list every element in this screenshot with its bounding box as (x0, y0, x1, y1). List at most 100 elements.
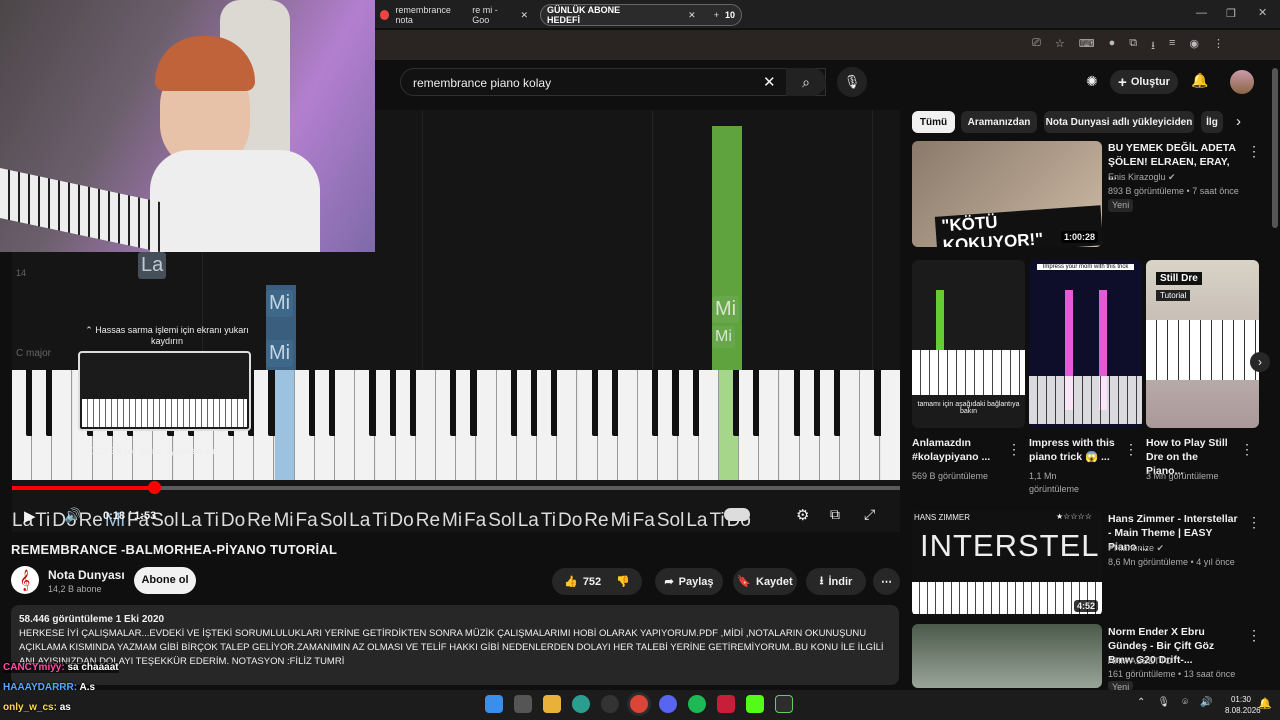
piano-keys-image (1146, 320, 1259, 380)
share-button[interactable]: ➦ Paylaş (655, 568, 723, 595)
translate-icon[interactable]: ⌨ (1079, 37, 1095, 56)
more-options-icon[interactable]: ⋮ (1124, 441, 1138, 458)
file-explorer-icon[interactable] (543, 695, 561, 713)
chevron-up-icon[interactable]: ⌃ (1137, 697, 1145, 708)
chrome-icon[interactable] (630, 695, 648, 713)
settings-gear-icon[interactable]: ⚙ (796, 506, 809, 524)
video-thumbnail[interactable]: HANS ZIMMER ★☆☆☆☆ INTERSTELLAR 4:52 (912, 510, 1102, 616)
more-options-icon[interactable]: ⋮ (1247, 143, 1261, 160)
close-icon[interactable]: ✕ (520, 10, 528, 21)
chevron-up-icon: ⌃ (85, 325, 93, 335)
video-thumbnail[interactable]: "KÖTÜ KOKUYOR!" 1:00:28 (912, 141, 1102, 247)
account-avatar[interactable] (1230, 70, 1254, 94)
notification-icon[interactable]: 🔔 (1258, 697, 1272, 710)
chip-all[interactable]: Tümü (912, 111, 955, 133)
chevron-right-icon[interactable]: › (1236, 113, 1241, 130)
autoplay-toggle[interactable] (724, 508, 750, 521)
more-options-icon[interactable]: ⋮ (1240, 441, 1254, 458)
chat-user: only_w_cs: (3, 702, 57, 713)
media-icon[interactable]: ≡ (1169, 37, 1175, 56)
description-box[interactable]: 58.446 görüntüleme 1 Eki 2020 HERKESE İY… (11, 605, 899, 685)
video-thumbnail[interactable] (912, 624, 1102, 688)
app-icon[interactable] (717, 695, 735, 713)
profile-icon[interactable]: ◉ (1189, 37, 1199, 56)
volume-icon[interactable]: 🔊 (64, 507, 81, 524)
cast-icon[interactable]: ⎚ (1032, 37, 1041, 56)
mic-icon: 🎙 (843, 74, 861, 89)
piano-keys-image (1029, 376, 1142, 424)
windows-start-icon[interactable] (485, 695, 503, 713)
spotify-icon[interactable] (688, 695, 706, 713)
notifications-bell-icon[interactable]: 🔔 (1191, 72, 1208, 89)
obs-icon[interactable] (601, 695, 619, 713)
close-window-icon[interactable]: ✕ (1258, 6, 1267, 19)
browser-tab-2[interactable]: GÜNLÜK ABONE HEDEFİ ✕ + 10 (540, 4, 742, 26)
channel-name[interactable]: Nota Dunyası (48, 568, 125, 582)
grid-line (652, 110, 653, 370)
fullscreen-icon[interactable]: ⤢ (864, 506, 875, 523)
extension-icon[interactable]: ● (1109, 37, 1116, 56)
clear-search-icon[interactable]: ✕ (763, 73, 776, 91)
chip-from-uploader[interactable]: Nota Dunyasi adlı yükleyiciden (1044, 111, 1194, 133)
browser-tab-1[interactable]: remembrance nota re mi - Goo ✕ (374, 4, 534, 26)
short-meta: 3 Mn görüntüleme (1146, 471, 1219, 481)
like-dislike-button[interactable]: 👍 752 👎 (552, 568, 642, 595)
restore-icon[interactable]: ❐ (1226, 7, 1236, 20)
play-icon[interactable]: ▶ (24, 507, 36, 525)
edge-icon[interactable] (572, 695, 590, 713)
like-count: 752 (582, 575, 602, 588)
subscribe-button[interactable]: Abone ol (134, 567, 196, 594)
thumbs-up-icon[interactable]: 👍 (564, 575, 578, 588)
description-text: HERKESE İYİ ÇALIŞMALAR...EVDEKİ VE İŞTEK… (19, 628, 884, 667)
short-title[interactable]: Anlamazdın #kolaypiyano ... (912, 436, 1002, 464)
kick-icon[interactable] (746, 695, 764, 713)
channel-name[interactable]: PHianonize ✔ (1108, 542, 1164, 555)
new-tab-icon[interactable]: + (714, 10, 719, 20)
search-button[interactable]: ⌕ (786, 68, 826, 96)
mic-icon[interactable]: 🎙 (1157, 697, 1170, 708)
shorts-next-button[interactable]: › (1250, 352, 1270, 372)
close-icon[interactable]: ✕ (688, 10, 696, 21)
seek-preview-thumbnail (78, 351, 251, 431)
white-key (759, 370, 780, 480)
puzzle-icon[interactable]: ⧉ (1129, 37, 1137, 56)
channel-name[interactable]: AHM ASSETTO (1108, 655, 1172, 668)
more-actions-button[interactable]: ⋯ (873, 568, 900, 595)
short-meta: 569 B görüntüleme (912, 471, 989, 481)
note-label: Mi (266, 340, 294, 367)
volume-icon[interactable]: 🔊 (1200, 697, 1212, 708)
clock[interactable]: 01:30 8.08.2026 (1225, 694, 1261, 716)
bookmark-star-icon[interactable]: ☆ (1055, 37, 1065, 56)
page-scrollbar[interactable] (1272, 68, 1278, 228)
voice-search-button[interactable]: 🎙 (837, 67, 867, 97)
chat-message: only_w_cs: as (3, 702, 71, 713)
create-button[interactable]: + Oluştur (1110, 70, 1178, 94)
chat-message: CANCYmiyy: sa chaaaat (3, 662, 119, 673)
miniplayer-icon[interactable]: ⧉ (830, 506, 840, 523)
shorts-icon[interactable]: ✺ (1086, 73, 1098, 90)
chip-from-search[interactable]: Aramanızdan (961, 111, 1037, 133)
thumbs-down-icon[interactable]: 👎 (616, 575, 630, 588)
short-thumbnail[interactable]: Impress your mom with this trick (1029, 260, 1142, 428)
minimize-icon[interactable]: — (1196, 7, 1207, 19)
share-icon: ➦ (664, 576, 674, 588)
task-view-icon[interactable] (514, 695, 532, 713)
chip-related[interactable]: İlg (1201, 111, 1223, 133)
more-options-icon[interactable]: ⋮ (1247, 627, 1261, 644)
app-icon[interactable] (775, 695, 793, 713)
short-thumbnail[interactable]: Still Dre Tutorial (1146, 260, 1259, 428)
subscriber-count: 14,2 B abone (48, 584, 102, 594)
network-icon[interactable]: ⌾ (1182, 697, 1188, 708)
download-button[interactable]: ⭳ İndir (806, 568, 866, 595)
more-options-icon[interactable]: ⋮ (1247, 514, 1261, 531)
discord-icon[interactable] (659, 695, 677, 713)
menu-icon[interactable]: ⋮ (1213, 37, 1224, 56)
save-button[interactable]: 🔖 Kaydet (733, 568, 797, 595)
channel-avatar[interactable]: 𝄞 (11, 566, 39, 594)
progress-scrubber[interactable] (148, 481, 162, 494)
download-icon[interactable]: ⭳ (1151, 37, 1155, 56)
short-title[interactable]: Impress with this piano trick 😱 ... (1029, 436, 1121, 464)
more-options-icon[interactable]: ⋮ (1007, 441, 1021, 458)
channel-name[interactable]: Enis Kirazoglu ✔ (1108, 171, 1176, 184)
short-thumbnail[interactable]: tamamı için aşağıdaki bağlantıya bakın (912, 260, 1025, 428)
